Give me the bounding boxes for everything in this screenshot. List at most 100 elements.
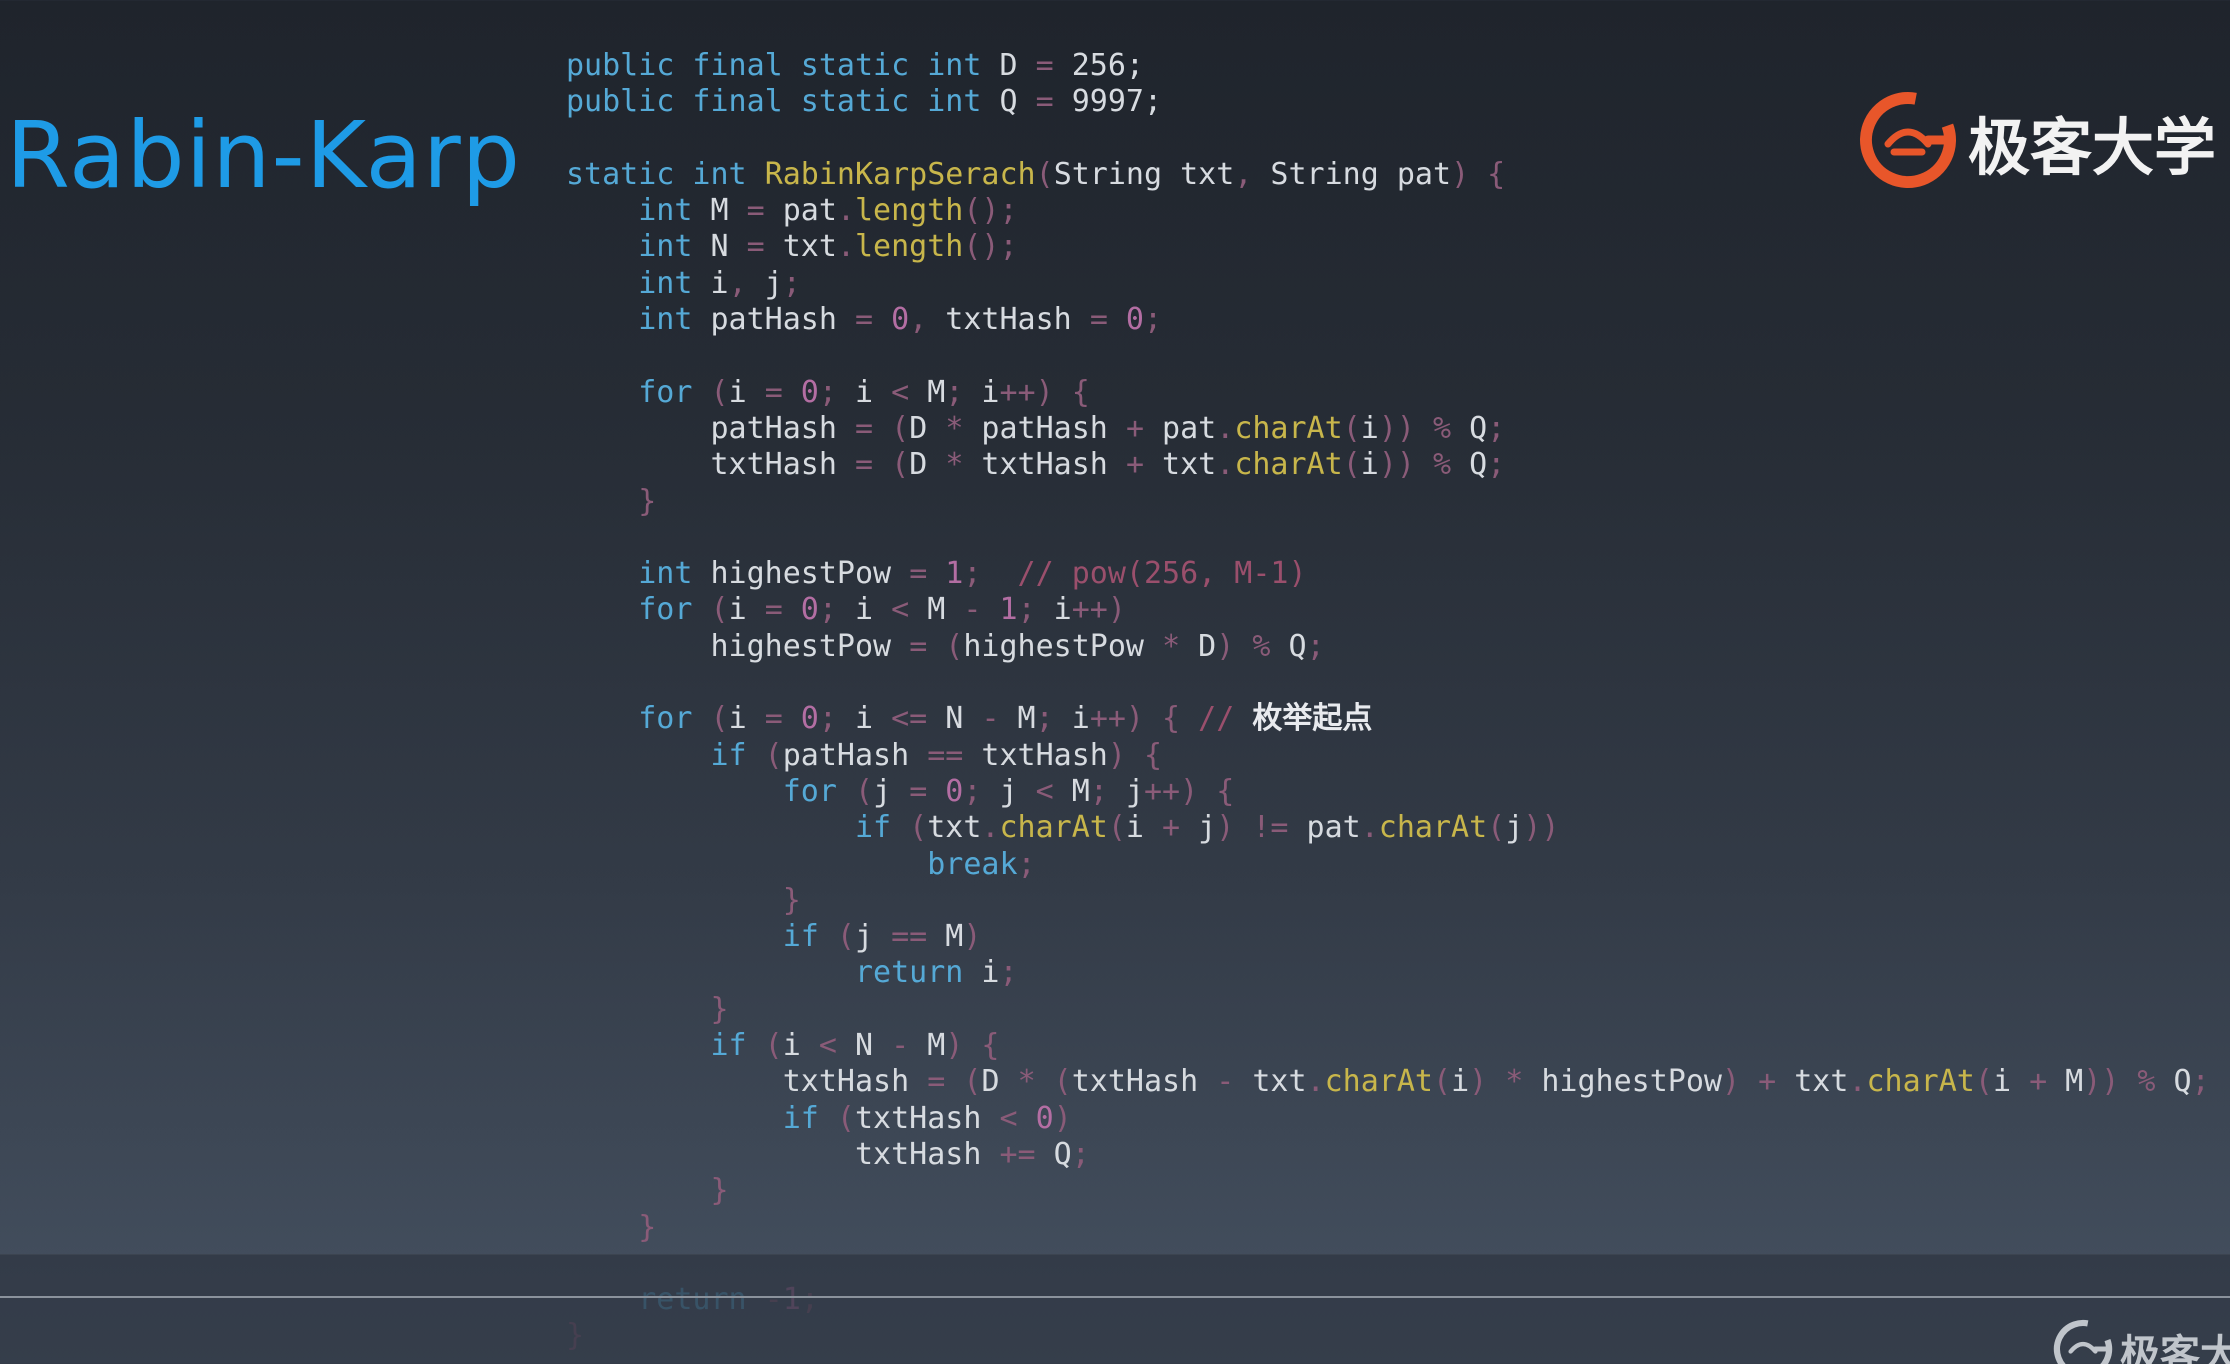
- code-token: (: [1433, 1064, 1452, 1100]
- code-token: ;: [782, 265, 801, 301]
- code-token: j: [873, 773, 910, 809]
- code-token: =: [746, 229, 765, 265]
- code-token: ) {: [1451, 156, 1506, 192]
- code-token: *: [945, 447, 964, 483]
- code-token: *: [945, 410, 964, 446]
- code-line: txtHash = (D * (txtHash - txt.charAt(i) …: [566, 1064, 2210, 1100]
- code-token: -: [981, 701, 1000, 737]
- code-token: (: [1974, 1064, 1993, 1100]
- code-token: patHash: [710, 410, 855, 446]
- code-token: <: [891, 592, 910, 628]
- code-token: i: [836, 592, 892, 628]
- code-token: }: [710, 1173, 729, 1209]
- code-token: <=: [891, 701, 928, 737]
- bottom-overlay-band: [0, 1254, 2230, 1364]
- code-token: M: [909, 592, 964, 628]
- code-line: if (patHash == txtHash) {: [566, 738, 2210, 774]
- code-token: ==: [927, 737, 964, 773]
- code-token: i: [963, 374, 1000, 410]
- code-token: ;: [963, 773, 982, 809]
- code-token: i: [963, 955, 1000, 991]
- code-token: +=: [999, 1136, 1036, 1172]
- code-token: (: [818, 919, 855, 955]
- code-token: ;: [1306, 628, 1325, 664]
- code-token: .: [1216, 410, 1235, 446]
- code-token: = (: [855, 447, 910, 483]
- code-token: txt: [764, 229, 837, 265]
- code-line: int i, j;: [566, 266, 2210, 302]
- code-token: i: [1035, 592, 1072, 628]
- code-token: i: [782, 1028, 819, 1064]
- code-token: =: [855, 302, 874, 338]
- code-token: highestPow: [710, 628, 910, 664]
- code-token: }: [782, 882, 801, 918]
- code-token: int: [638, 229, 693, 265]
- code-token: charAt: [1378, 810, 1488, 846]
- code-token: ;: [1017, 592, 1036, 628]
- code-token: break: [927, 846, 1018, 882]
- code-token: highestPow: [692, 556, 910, 592]
- code-token: 0: [927, 773, 964, 809]
- code-token: // pow(256, M-1): [981, 556, 1307, 592]
- code-token: M: [909, 1028, 946, 1064]
- code-token: ++) {: [999, 374, 1090, 410]
- code-token: if: [782, 919, 819, 955]
- code-line: int N = txt.length();: [566, 229, 2210, 265]
- code-token: 0: [873, 302, 910, 338]
- code-token: int: [638, 556, 693, 592]
- code-line: if (txt.charAt(i + j) != pat.charAt(j)): [566, 810, 2210, 846]
- code-token: +: [2029, 1064, 2048, 1100]
- code-token: 枚举起点: [1252, 701, 1373, 737]
- code-token: patHash: [782, 737, 928, 773]
- code-token: String pat: [1252, 156, 1452, 192]
- code-token: }: [638, 483, 657, 519]
- code-token: j: [1180, 810, 1217, 846]
- code-token: ;: [1487, 447, 1506, 483]
- code-token: .: [1360, 810, 1379, 846]
- code-token: txtHash: [855, 1100, 1000, 1136]
- code-token: <: [891, 374, 910, 410]
- watermark-text: 极客大: [2120, 1332, 2230, 1364]
- code-token: (: [692, 374, 729, 410]
- code-token: txtHash: [927, 302, 1090, 338]
- code-token: 0: [782, 701, 819, 737]
- code-token: ;: [1487, 410, 1506, 446]
- code-token: Q: [981, 84, 1036, 120]
- code-token: * (: [1017, 1064, 1072, 1100]
- code-token: (: [1342, 410, 1361, 446]
- code-token: if: [710, 737, 747, 773]
- code-token: 0: [782, 374, 819, 410]
- code-token: (: [891, 810, 928, 846]
- code-token: )) %: [1378, 410, 1452, 446]
- code-token: =: [764, 592, 783, 628]
- code-token: ;: [1144, 302, 1163, 338]
- code-block: public final static int D = 256; public f…: [566, 48, 2210, 1355]
- video-progress-line[interactable]: [0, 1296, 2230, 1298]
- code-line: }: [566, 992, 2210, 1028]
- code-token: i: [836, 374, 892, 410]
- code-line: int M = pat.length();: [566, 193, 2210, 229]
- code-line: break;: [566, 847, 2210, 883]
- code-token: =: [1089, 302, 1108, 338]
- code-line: int patHash = 0, txtHash = 0;: [566, 302, 2210, 338]
- code-token: D: [1180, 628, 1217, 664]
- code-token: 256;: [1053, 48, 1144, 83]
- code-token: highestPow: [1523, 1064, 1722, 1100]
- code-token: i: [728, 592, 765, 628]
- code-token: (: [1342, 447, 1361, 483]
- code-token: txtHash: [782, 1064, 928, 1100]
- code-token: ;: [963, 556, 982, 592]
- code-token: ;: [999, 955, 1018, 991]
- code-line: }: [566, 1173, 2210, 1209]
- code-token: = (: [927, 1064, 982, 1100]
